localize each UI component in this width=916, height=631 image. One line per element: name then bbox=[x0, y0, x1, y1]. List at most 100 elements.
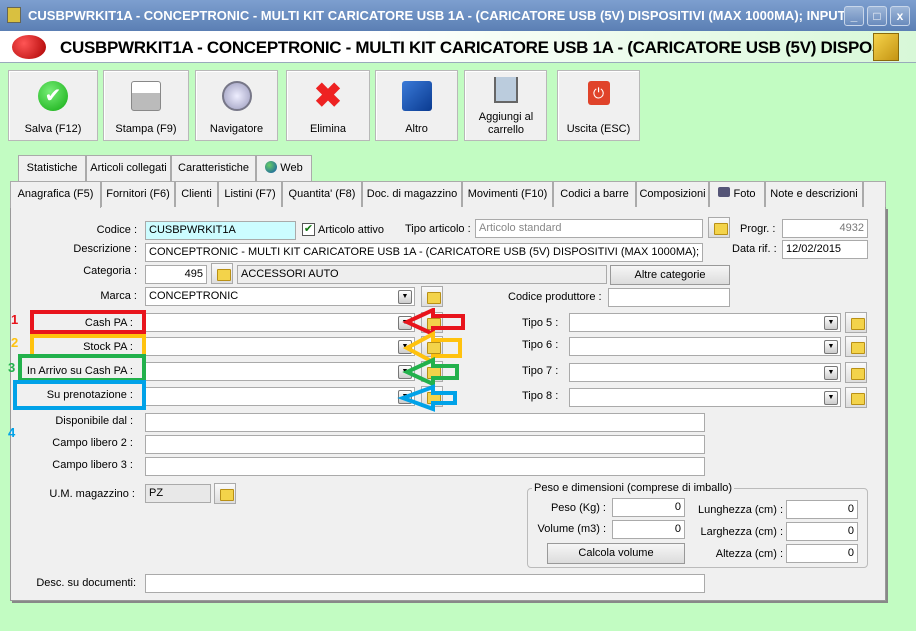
uscita-button[interactable]: ⏻ Uscita (ESC) bbox=[557, 70, 640, 141]
tab-web-label: Web bbox=[280, 162, 303, 174]
data-rif-input[interactable]: 12/02/2015 bbox=[782, 240, 868, 259]
window-title: CUSBPWRKIT1A - CONCEPTRONIC - MULTI KIT … bbox=[28, 8, 861, 23]
page-title: CUSBPWRKIT1A - CONCEPTRONIC - MULTI KIT … bbox=[60, 38, 888, 57]
articolo-attivo-checkbox[interactable]: ✔ bbox=[302, 223, 315, 236]
desc-documenti-input[interactable] bbox=[145, 574, 705, 593]
cash-pa-combo[interactable]: ▼ bbox=[145, 313, 415, 332]
tipo5-combo[interactable]: ▼ bbox=[569, 313, 841, 332]
aggiungi-label: Aggiungi al carrello bbox=[478, 111, 534, 136]
tab-doc-magazzino[interactable]: Doc. di magazzino bbox=[362, 181, 462, 207]
tab-quantita[interactable]: Quantita' (F8) bbox=[282, 181, 362, 207]
tab-filler bbox=[863, 181, 886, 207]
tipo8-folder-icon[interactable] bbox=[845, 387, 867, 408]
calcola-volume-button[interactable]: Calcola volume bbox=[547, 543, 685, 564]
tipo8-combo[interactable]: ▼ bbox=[569, 388, 841, 407]
campo-libero-2-input[interactable] bbox=[145, 435, 705, 454]
annotation-box-4 bbox=[13, 380, 146, 410]
tab-articoli-collegati[interactable]: Articoli collegati bbox=[86, 155, 171, 181]
printer-icon bbox=[131, 81, 161, 111]
salva-button[interactable]: ✔ Salva (F12) bbox=[8, 70, 98, 141]
in-arrivo-combo[interactable]: ▼ bbox=[145, 362, 415, 381]
tab-caratteristiche[interactable]: Caratteristiche bbox=[171, 155, 256, 181]
red-arrow bbox=[402, 308, 465, 338]
annotation-box-3 bbox=[18, 354, 146, 382]
peso-input[interactable]: 0 bbox=[612, 498, 685, 517]
larghezza-input[interactable]: 0 bbox=[786, 522, 858, 541]
stock-pa-combo[interactable]: ▼ bbox=[145, 337, 415, 356]
marca-label: Marca : bbox=[100, 290, 137, 302]
articolo-attivo-label: Articolo attivo bbox=[318, 224, 385, 236]
tipo6-label: Tipo 6 : bbox=[522, 339, 559, 351]
check-icon: ✔ bbox=[38, 81, 68, 111]
altezza-label: Altezza (cm) : bbox=[715, 548, 783, 560]
um-magazzino-label: U.M. magazzino : bbox=[49, 488, 135, 500]
tipo7-combo[interactable]: ▼ bbox=[569, 363, 841, 382]
altezza-input[interactable]: 0 bbox=[786, 544, 858, 563]
aggiungi-carrello-button[interactable]: Aggiungi al carrello bbox=[464, 70, 547, 141]
tab-clienti[interactable]: Clienti bbox=[175, 181, 218, 207]
annotation-box-1 bbox=[30, 310, 146, 334]
minimize-button[interactable]: _ bbox=[844, 6, 864, 26]
peso-group-title: Peso e dimensioni (comprese di imballo) bbox=[532, 482, 735, 494]
codice-label: Codice : bbox=[96, 224, 137, 236]
tipo6-combo[interactable]: ▼ bbox=[569, 337, 841, 356]
annotation-number-1: 1 bbox=[11, 312, 19, 327]
marca-combo[interactable]: CONCEPTRONIC ▼ bbox=[145, 287, 415, 306]
tab-anagrafica[interactable]: Anagrafica (F5) bbox=[10, 181, 101, 208]
annotation-number-4: 4 bbox=[8, 425, 16, 440]
tab-note[interactable]: Note e descrizioni bbox=[765, 181, 863, 207]
green-arrow bbox=[402, 356, 459, 388]
disponibile-dal-input[interactable] bbox=[145, 413, 705, 432]
um-folder-icon[interactable] bbox=[214, 483, 236, 504]
tipo6-folder-icon[interactable] bbox=[845, 336, 867, 357]
tab-movimenti[interactable]: Movimenti (F10) bbox=[462, 181, 553, 207]
tipo-articolo-input[interactable]: Articolo standard bbox=[475, 219, 703, 238]
lunghezza-input[interactable]: 0 bbox=[786, 500, 858, 519]
campo-libero-3-label: Campo libero 3 : bbox=[52, 459, 133, 471]
app-icon bbox=[7, 7, 21, 23]
tipo8-label: Tipo 8 : bbox=[522, 390, 559, 402]
altro-label: Altro bbox=[405, 123, 428, 135]
delete-x-icon: ✖ bbox=[313, 77, 343, 115]
tipo7-label: Tipo 7 : bbox=[522, 365, 559, 377]
maximize-button[interactable]: □ bbox=[867, 6, 887, 26]
stampa-button[interactable]: Stampa (F9) bbox=[103, 70, 189, 141]
tipo-articolo-folder-icon[interactable] bbox=[708, 217, 730, 238]
tab-codici-barre[interactable]: Codici a barre bbox=[553, 181, 636, 207]
navigatore-button[interactable]: Navigatore bbox=[195, 70, 278, 141]
tab-fornitori[interactable]: Fornitori (F6) bbox=[101, 181, 175, 207]
tipo7-folder-icon[interactable] bbox=[845, 362, 867, 383]
tipo-articolo-label: Tipo articolo : bbox=[405, 223, 471, 235]
categoria-code-input[interactable]: 495 bbox=[145, 265, 207, 284]
altro-button[interactable]: Altro bbox=[375, 70, 458, 141]
volume-input[interactable]: 0 bbox=[612, 520, 685, 539]
tab-listini[interactable]: Listini (F7) bbox=[218, 181, 282, 207]
campo-libero-3-input[interactable] bbox=[145, 457, 705, 476]
lunghezza-label: Lunghezza (cm) : bbox=[698, 504, 783, 516]
categoria-folder-icon[interactable] bbox=[211, 263, 233, 284]
tab-foto[interactable]: Foto bbox=[709, 181, 765, 207]
close-button[interactable]: x bbox=[890, 6, 910, 26]
tab-statistiche[interactable]: Statistiche bbox=[18, 155, 86, 181]
tipo5-label: Tipo 5 : bbox=[522, 317, 559, 329]
codice-produttore-input[interactable] bbox=[608, 288, 730, 307]
marca-value: CONCEPTRONIC bbox=[149, 290, 239, 302]
elimina-label: Elimina bbox=[309, 123, 347, 135]
marca-folder-icon[interactable] bbox=[421, 286, 443, 307]
altre-categorie-button[interactable]: Altre categorie bbox=[610, 265, 730, 285]
tab-foto-label: Foto bbox=[733, 188, 756, 200]
descrizione-label: Descrizione : bbox=[73, 243, 137, 255]
codice-produttore-label: Codice produttore : bbox=[508, 291, 602, 303]
tipo5-folder-icon[interactable] bbox=[845, 312, 867, 333]
su-prenotazione-combo[interactable]: ▼ bbox=[145, 387, 415, 406]
elimina-button[interactable]: ✖ Elimina bbox=[286, 70, 370, 141]
uscita-label: Uscita (ESC) bbox=[566, 123, 631, 135]
compass-icon bbox=[221, 81, 252, 111]
tab-composizioni[interactable]: Composizioni bbox=[636, 181, 709, 207]
descrizione-input[interactable]: CONCEPTRONIC - MULTI KIT CARICATORE USB … bbox=[145, 243, 703, 262]
codice-input[interactable]: CUSBPWRKIT1A bbox=[145, 221, 296, 240]
box-icon bbox=[873, 33, 899, 61]
header: CUSBPWRKIT1A - CONCEPTRONIC - MULTI KIT … bbox=[0, 31, 916, 63]
tab-web[interactable]: Web bbox=[256, 155, 312, 181]
chevron-down-icon[interactable]: ▼ bbox=[398, 290, 412, 304]
